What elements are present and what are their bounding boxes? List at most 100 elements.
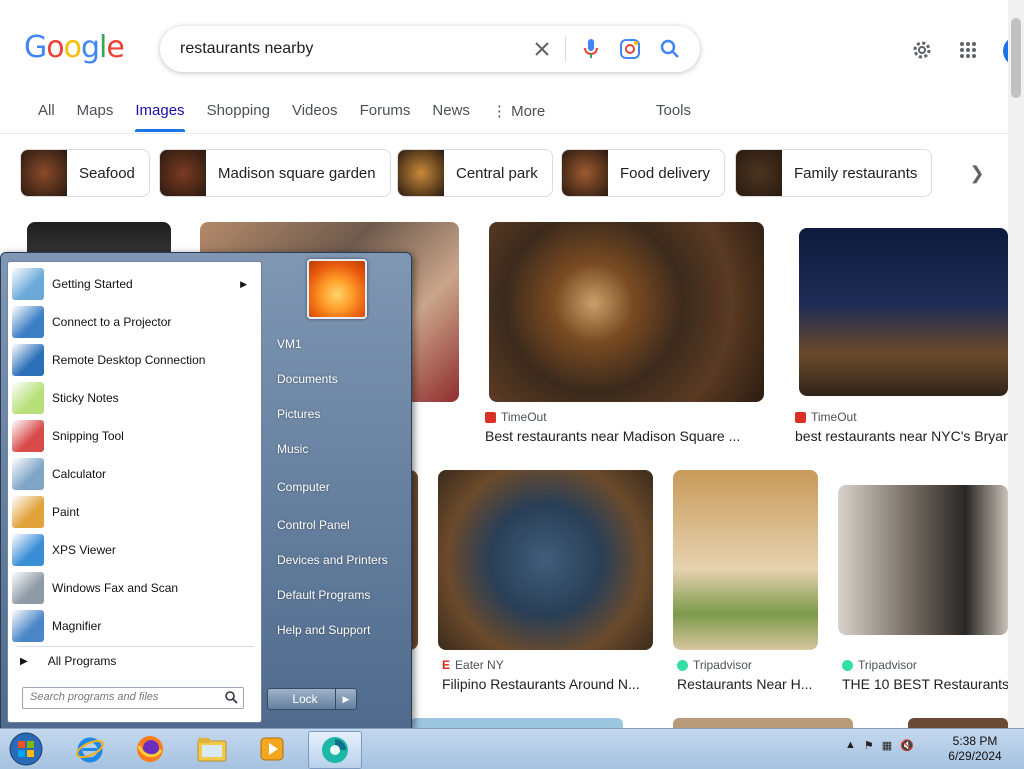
paint-icon <box>12 496 44 528</box>
chip-thumbnail <box>736 150 782 196</box>
action-center-flag-icon[interactable]: ⚑ <box>864 739 874 752</box>
search-icon[interactable] <box>224 690 238 709</box>
all-programs-button[interactable]: ▶ All Programs <box>18 654 116 668</box>
tab-images[interactable]: Images <box>135 102 185 132</box>
tab-news[interactable]: News <box>432 102 470 132</box>
start-item-snipping-tool[interactable]: Snipping Tool <box>12 418 257 454</box>
fax-scan-icon <box>12 572 44 604</box>
shutdown-options-arrow-icon[interactable]: ▶ <box>335 688 357 710</box>
result-title[interactable]: Best restaurants near Madison Square ... <box>485 428 755 444</box>
tab-shopping[interactable]: Shopping <box>207 102 270 132</box>
result-title[interactable]: THE 10 BEST Restaurants <box>842 676 1008 692</box>
projector-icon <box>12 306 44 338</box>
result-source[interactable]: TimeOut <box>485 410 547 424</box>
start-orb-button[interactable] <box>2 731 50 767</box>
result-image[interactable] <box>673 470 818 650</box>
search-tabs: All Maps Images Shopping Videos Forums News ⋮ M… <box>38 102 567 132</box>
settings-gear-icon[interactable] <box>910 38 934 62</box>
start-place-computer[interactable]: Computer <box>277 480 330 494</box>
firefox-icon[interactable] <box>124 731 176 767</box>
result-image[interactable] <box>799 228 1008 396</box>
start-item-sticky-notes[interactable]: Sticky Notes <box>12 380 257 416</box>
clear-icon[interactable] <box>530 37 554 61</box>
clock-date: 6/29/2024 <box>948 749 1002 763</box>
result-image[interactable] <box>673 718 853 728</box>
result-image[interactable] <box>838 485 1008 635</box>
start-place-vm1[interactable]: VM1 <box>277 337 302 351</box>
lens-icon[interactable] <box>618 37 642 61</box>
search-box[interactable]: restaurants nearby <box>160 26 700 72</box>
chip-thumbnail <box>21 150 67 196</box>
logo-letter: l <box>99 30 107 65</box>
result-title[interactable]: Restaurants Near H... <box>677 676 817 692</box>
logo-letter: e <box>106 30 124 65</box>
start-item-xps-viewer[interactable]: XPS Viewer <box>12 532 257 568</box>
windows-explorer-icon[interactable] <box>186 731 238 767</box>
start-item-remote-desktop-connection[interactable]: Remote Desktop Connection <box>12 342 257 378</box>
start-item-windows-fax-and-scan[interactable]: Windows Fax and Scan <box>12 570 257 606</box>
tab-more[interactable]: ⋮ More <box>492 102 545 132</box>
user-account-picture[interactable] <box>307 259 367 319</box>
chip-madison-square-garden[interactable]: Madison square garden <box>159 149 391 197</box>
start-place-documents[interactable]: Documents <box>277 372 338 386</box>
result-source[interactable]: Tripadvisor <box>677 658 752 672</box>
search-input[interactable]: restaurants nearby <box>180 40 313 58</box>
apps-grid-icon[interactable] <box>956 38 980 62</box>
result-source[interactable]: Tripadvisor <box>842 658 917 672</box>
tools-button[interactable]: Tools <box>656 102 691 119</box>
start-place-pictures[interactable]: Pictures <box>277 407 320 421</box>
active-app-button[interactable] <box>308 731 362 769</box>
chip-central-park[interactable]: Central park <box>397 149 553 197</box>
media-player-icon[interactable] <box>246 731 298 767</box>
chip-seafood[interactable]: Seafood <box>20 149 150 197</box>
start-place-control-panel[interactable]: Control Panel <box>277 518 350 532</box>
search-icon[interactable] <box>658 37 682 61</box>
browser-scrollbar[interactable] <box>1008 0 1024 728</box>
tab-all[interactable]: All <box>38 102 55 132</box>
chip-family-restaurants[interactable]: Family restaurants <box>735 149 933 197</box>
network-icon[interactable]: ▦ <box>882 739 892 752</box>
result-image[interactable] <box>438 470 653 650</box>
start-search-input[interactable]: Search programs and files <box>22 687 244 709</box>
system-clock[interactable]: 5:38 PM 6/29/2024 <box>932 734 1018 764</box>
tab-forums[interactable]: Forums <box>360 102 411 132</box>
logo-letter: o <box>46 30 64 65</box>
scrollbar-thumb[interactable] <box>1011 18 1021 98</box>
result-source[interactable]: E Eater NY <box>442 658 504 672</box>
start-item-paint[interactable]: Paint <box>12 494 257 530</box>
header-divider <box>0 133 1008 134</box>
xps-viewer-icon <box>12 534 44 566</box>
internet-explorer-icon[interactable] <box>64 731 116 767</box>
show-hidden-icons-icon[interactable]: ▲ <box>845 739 856 752</box>
getting-started-icon <box>12 268 44 300</box>
chevron-right-icon[interactable]: ❯ <box>962 160 992 186</box>
result-image[interactable] <box>410 718 623 728</box>
result-title[interactable]: Filipino Restaurants Around N... <box>442 676 647 692</box>
sticky-notes-icon <box>12 382 44 414</box>
start-place-help-and-support[interactable]: Help and Support <box>277 623 370 637</box>
start-menu: ▶ All Programs Search programs and files… <box>0 252 412 730</box>
start-item-magnifier[interactable]: Magnifier <box>12 608 257 644</box>
tab-maps[interactable]: Maps <box>77 102 114 132</box>
start-place-devices-and-printers[interactable]: Devices and Printers <box>277 553 388 567</box>
tab-videos[interactable]: Videos <box>292 102 338 132</box>
logo-letter: g <box>80 30 100 65</box>
start-place-music[interactable]: Music <box>277 442 308 456</box>
result-image[interactable] <box>489 222 764 402</box>
chip-thumbnail <box>562 150 608 196</box>
google-logo[interactable]: Google <box>24 30 125 65</box>
more-dots-icon: ⋮ <box>491 103 512 120</box>
chip-thumbnail <box>398 150 444 196</box>
result-title[interactable]: best restaurants near NYC's Bryant <box>795 428 1008 444</box>
start-item-getting-started[interactable]: Getting Started ▶ <box>12 266 257 302</box>
start-item-connect-to-a-projector[interactable]: Connect to a Projector <box>12 304 257 340</box>
volume-muted-icon[interactable]: 🔇 <box>900 739 914 752</box>
lock-button[interactable]: Lock <box>267 688 343 710</box>
result-image[interactable] <box>908 718 1008 728</box>
start-item-calculator[interactable]: Calculator <box>12 456 257 492</box>
result-source[interactable]: TimeOut <box>795 410 857 424</box>
triangle-right-icon: ▶ <box>20 655 28 667</box>
start-place-default-programs[interactable]: Default Programs <box>277 588 370 602</box>
microphone-icon[interactable] <box>579 37 603 61</box>
chip-food-delivery[interactable]: Food delivery <box>561 149 726 197</box>
